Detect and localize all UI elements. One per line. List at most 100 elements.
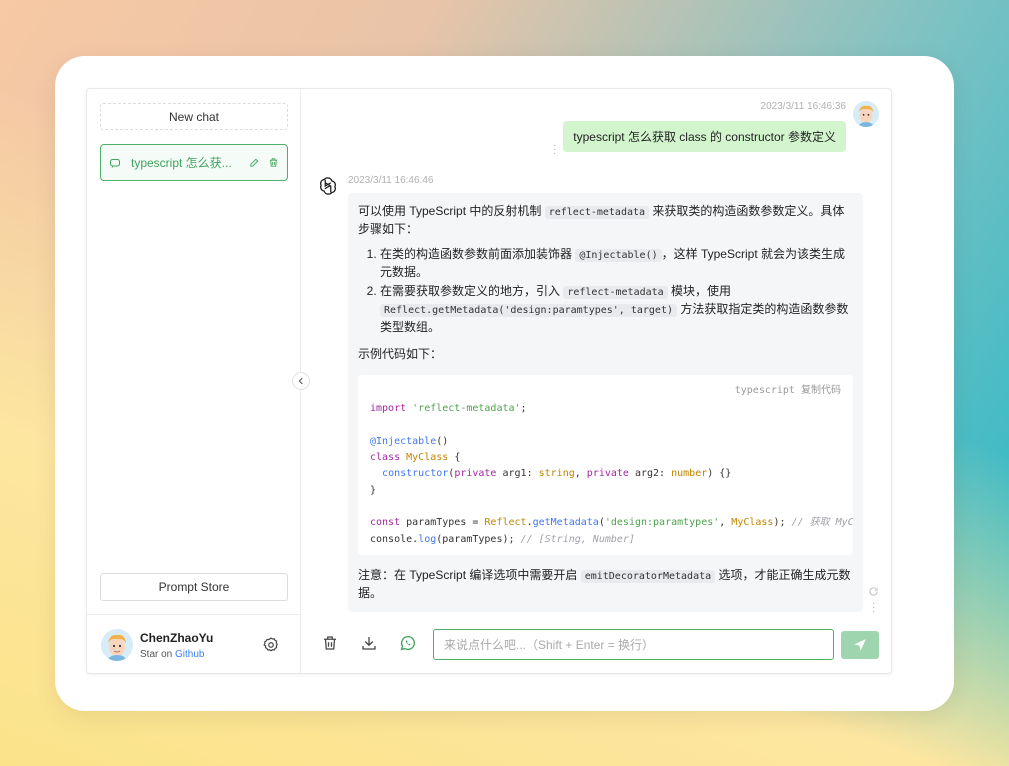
user-name: ChenZhaoYu — [140, 631, 214, 645]
example-label: 示例代码如下： — [358, 347, 443, 361]
openai-logo-icon — [317, 175, 339, 197]
text: 模块，使用 — [667, 284, 732, 298]
inline-code: @Injectable() — [575, 249, 662, 262]
code-line: constructor(private arg1: string, privat… — [370, 466, 841, 482]
text: 在类的构造函数参数前面添加装饰器 — [380, 247, 576, 261]
inline-code: Reflect.getMetadata('design:paramtypes',… — [380, 304, 677, 317]
code-line: import 'reflect-metadata'; — [370, 401, 841, 417]
text: 可以使用 TypeScript 中的反射机制 — [358, 204, 545, 218]
inline-code: emitDecoratorMetadata — [580, 570, 716, 583]
download-button[interactable] — [360, 634, 380, 654]
code-token: { — [448, 452, 461, 464]
code-token: private — [586, 468, 629, 480]
code-token: Reflect — [484, 517, 527, 529]
send-button[interactable] — [841, 631, 879, 659]
code-token: 'design:paramtypes' — [604, 517, 720, 529]
code-line: } — [370, 483, 841, 499]
bot-note: 注意：在 TypeScript 编译选项中需要开启 emitDecoratorM… — [358, 567, 853, 602]
list-item: 在类的构造函数参数前面添加装饰器 @Injectable()，这样 TypeSc… — [380, 246, 853, 281]
code-token: () — [436, 435, 449, 447]
user-message-menu-icon[interactable]: · · · — [553, 141, 556, 159]
code-token: paramTypes = — [400, 517, 485, 529]
user-bar: ChenZhaoYu Star on Github — [87, 614, 301, 673]
gear-icon — [263, 637, 278, 652]
text: 注意：在 TypeScript 编译选项中需要开启 — [358, 568, 581, 582]
copy-code-button[interactable]: 复制代码 — [801, 385, 841, 396]
code-token: import — [370, 403, 407, 415]
code-block: typescript 复制代码 import 'reflect-metadata… — [358, 375, 853, 555]
history-item[interactable]: typescript 怎么获... — [100, 144, 288, 181]
github-link[interactable]: Github — [175, 649, 204, 660]
code-token: constructor — [382, 468, 449, 480]
code-token: number — [671, 468, 708, 480]
code-token: MyClass — [731, 517, 774, 529]
code-token: log — [418, 533, 437, 545]
collapse-sidebar-button[interactable] — [292, 372, 310, 390]
bot-intro: 可以使用 TypeScript 中的反射机制 reflect-metadata … — [358, 203, 853, 238]
user-subtitle-prefix: Star on — [140, 649, 176, 660]
chat-footer — [301, 614, 891, 673]
settings-button[interactable] — [262, 636, 280, 654]
user-subtitle: Star on Github — [140, 649, 205, 660]
refresh-icon[interactable] — [868, 586, 879, 597]
code-token: , — [574, 468, 587, 480]
code-token: (paramTypes); — [436, 533, 521, 545]
send-icon — [854, 639, 866, 651]
steps-list: 在类的构造函数参数前面添加装饰器 @Injectable()，这样 TypeSc… — [358, 246, 853, 336]
code-token: ; — [520, 403, 527, 415]
code-token: const — [370, 517, 401, 529]
user-message-avatar — [853, 101, 879, 127]
user-message-time: 2023/3/11 16:46:36 — [760, 101, 846, 112]
text: 在需要获取参数定义的地方，引入 — [380, 284, 564, 298]
chevron-left-icon — [298, 377, 303, 385]
code-token: getMetadata — [532, 517, 599, 529]
list-item: 在需要获取参数定义的地方，引入 reflect-metadata 模块，使用 R… — [380, 283, 853, 336]
bot-message-menu-icon[interactable]: · · · — [872, 599, 879, 617]
code-token: , — [719, 517, 732, 529]
bot-message-time: 2023/3/11 16:46:46 — [348, 175, 434, 186]
code-token: class — [370, 452, 401, 464]
sidebar: New chat typescript 怎么获... Prompt Store — [87, 89, 301, 673]
chat-main: 2023/3/11 16:46:36 typescript 怎么获取 class… — [301, 89, 891, 673]
code-token: // 获取 MyClass 构造函数参数类型数组 — [791, 517, 853, 529]
chat-bubble-icon — [109, 156, 123, 170]
code-token: ); — [773, 517, 792, 529]
new-chat-button[interactable]: New chat — [100, 103, 288, 130]
inline-code: reflect-metadata — [563, 286, 668, 299]
chat-input[interactable] — [433, 629, 834, 660]
code-token: arg1: — [496, 468, 539, 480]
code-token: arg2: — [628, 468, 672, 480]
trash-icon — [324, 636, 336, 650]
clear-chat-button[interactable] — [321, 634, 341, 654]
chat-app: New chat typescript 怎么获... Prompt Store — [86, 88, 892, 674]
code-token: MyClass — [406, 452, 449, 464]
code-token: string — [538, 468, 575, 480]
history-item-actions — [248, 157, 279, 169]
bot-message-actions: · · · — [868, 586, 879, 617]
code-header: typescript 复制代码 — [370, 383, 841, 399]
code-token: console — [370, 533, 413, 545]
code-token: 'reflect-metadata' — [412, 403, 521, 415]
inline-code: reflect-metadata — [544, 206, 650, 219]
edit-icon[interactable] — [248, 157, 260, 169]
download-icon — [362, 637, 376, 650]
trash-icon[interactable] — [267, 157, 279, 169]
code-token: ) {} — [707, 468, 732, 480]
code-token: @Injectable — [370, 435, 437, 447]
code-language: typescript — [734, 385, 795, 396]
code-line: const paramTypes = Reflect.getMetadata('… — [370, 515, 853, 531]
user-message-bubble: typescript 怎么获取 class 的 constructor 参数定义 — [563, 121, 846, 152]
context-toggle-button[interactable] — [399, 634, 419, 654]
code-token: // [String, Number] — [520, 533, 635, 545]
whatsapp-icon — [400, 635, 416, 651]
bot-message-bubble: 可以使用 TypeScript 中的反射机制 reflect-metadata … — [348, 193, 863, 612]
prompt-store-button[interactable]: Prompt Store — [100, 573, 288, 601]
code-token: private — [454, 468, 497, 480]
code-token: } — [370, 484, 377, 496]
code-line: console.log(paramTypes); // [String, Num… — [370, 532, 841, 548]
history-item-label: typescript 怎么获... — [131, 156, 232, 170]
avatar[interactable] — [101, 629, 133, 661]
code-line: class MyClass { — [370, 450, 841, 466]
